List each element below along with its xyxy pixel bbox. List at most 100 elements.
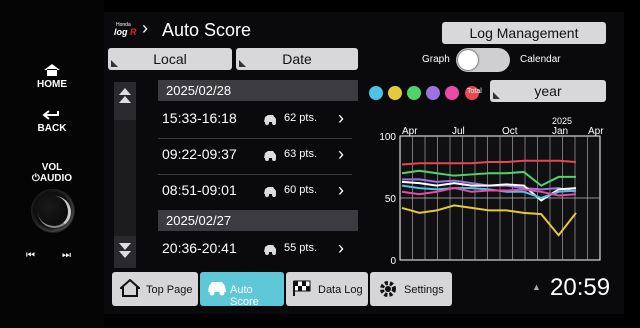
scroll-top-icon <box>119 88 131 103</box>
x-tick-label: Apr <box>402 126 418 137</box>
log-management-label: Log Management <box>469 25 579 41</box>
back-label: BACK <box>37 123 67 134</box>
divider <box>158 138 352 139</box>
record-points: 63 pts. <box>284 148 318 160</box>
x-tick-label-year: 2025 <box>552 116 572 126</box>
settings-label: Settings <box>404 284 444 296</box>
category-yellow-icon <box>388 86 402 100</box>
skip-forward-icon: ⏭ <box>62 250 71 261</box>
y-tick-label: 50 <box>385 194 397 205</box>
car-score-icon <box>262 112 278 129</box>
record-points: 55 pts. <box>284 242 318 254</box>
divider <box>158 174 352 175</box>
y-tick-label: 100 <box>379 132 396 143</box>
corner-indicator-icon <box>493 92 500 99</box>
auto-score-button[interactable]: Auto Score <box>200 272 284 308</box>
logr-logo: Honda log R <box>112 18 142 42</box>
toggle-knob <box>458 50 478 70</box>
local-filter-label: Local <box>153 51 187 67</box>
signal-icon: ▲ <box>532 282 541 292</box>
power-icon: ⏻ <box>31 173 40 184</box>
skip-back-icon: ⏮ <box>26 250 35 261</box>
car-score-icon <box>262 184 278 201</box>
x-tick-label: Jul <box>452 126 465 137</box>
next-track-button[interactable]: ⏭ <box>62 250 71 261</box>
x-tick-label: Oct <box>502 126 518 137</box>
record-points: 60 pts. <box>284 184 318 196</box>
svg-text:log: log <box>114 27 128 37</box>
volume-knob[interactable] <box>32 190 74 232</box>
record-time: 08:51-09:01 <box>162 182 237 198</box>
home-label: HOME <box>37 79 67 90</box>
period-select[interactable]: year <box>490 80 606 102</box>
gear-icon <box>380 281 396 297</box>
home-icon <box>120 279 140 297</box>
checkered-flag-icon <box>293 280 311 296</box>
car-score-icon <box>262 148 278 165</box>
home-button[interactable]: HOME <box>30 64 74 90</box>
prev-track-button[interactable]: ⏮ <box>26 250 35 261</box>
chevron-right-icon: › <box>338 108 344 128</box>
date-filter-button[interactable]: Date <box>236 48 358 70</box>
settings-button[interactable]: Settings <box>370 272 452 306</box>
period-select-label: year <box>534 83 562 99</box>
car-icon <box>208 282 226 296</box>
vol-label-group: VOL ⏻AUDIO <box>30 162 74 184</box>
infotainment-screen: Honda log R › Auto Score Log Management … <box>104 12 624 314</box>
list-item[interactable]: 08:51-09:01 60 pts. › <box>158 180 358 204</box>
back-arrow-icon <box>42 110 59 120</box>
home-icon <box>44 64 60 76</box>
data-log-label: Data Log <box>318 284 363 296</box>
graph-calendar-toggle[interactable] <box>456 48 510 72</box>
clock: 20:59 <box>550 274 611 301</box>
graph-label: Graph <box>422 54 450 65</box>
page-title: Auto Score <box>162 20 252 40</box>
y-tick-label: 0 <box>390 256 396 266</box>
logr-logo-image: Honda log R <box>114 22 137 37</box>
record-time: 15:33-16:18 <box>162 110 237 126</box>
calendar-label: Calendar <box>520 54 561 65</box>
corner-indicator-icon <box>239 60 246 67</box>
scrollbar-track[interactable] <box>114 82 136 268</box>
hardware-bezel: HOME BACK VOL ⏻AUDIO ⏮ ⏭ <box>0 0 104 328</box>
list-item[interactable]: 15:33-16:18 62 pts. › <box>158 108 358 132</box>
record-time: 09:22-09:37 <box>162 146 237 162</box>
list-item[interactable]: 20:36-20:41 55 pts. › <box>158 238 358 262</box>
category-purple-icon <box>426 86 440 100</box>
x-tick-label: Apr <box>588 126 604 137</box>
back-button[interactable]: BACK <box>30 110 74 134</box>
scroll-down-button[interactable] <box>114 236 136 268</box>
chevron-right-icon: › <box>142 18 148 38</box>
vol-label: VOL <box>41 162 63 173</box>
scroll-bottom-icon <box>119 243 131 258</box>
local-filter-button[interactable]: Local <box>108 48 232 70</box>
list-item[interactable]: 09:22-09:37 63 pts. › <box>158 144 358 168</box>
top-page-button[interactable]: Top Page <box>112 272 198 306</box>
audio-label-row: ⏻AUDIO <box>30 173 74 184</box>
corner-indicator-icon <box>111 60 118 67</box>
category-blue-icon <box>369 86 383 100</box>
score-line-chart: 0 50 100 Apr Jul Oct 2025Jan Apr <box>379 116 604 266</box>
car-score-icon <box>262 242 278 259</box>
log-management-button[interactable]: Log Management <box>442 22 606 44</box>
x-tick-label: Jan <box>552 126 568 137</box>
top-page-label: Top Page <box>146 284 193 296</box>
scrollbar-gap <box>118 126 132 234</box>
auto-score-label: Auto Score <box>230 284 259 308</box>
chevron-right-icon: › <box>338 180 344 200</box>
audio-label: AUDIO <box>39 173 73 184</box>
date-header: 2025/02/28 <box>158 80 358 101</box>
category-pink-icon <box>445 86 459 100</box>
data-log-button[interactable]: Data Log <box>286 272 368 306</box>
record-time: 20:36-20:41 <box>162 240 237 256</box>
record-points: 62 pts. <box>284 112 318 124</box>
chevron-right-icon: › <box>338 238 344 258</box>
date-filter-label: Date <box>282 51 312 67</box>
chevron-right-icon: › <box>338 144 344 164</box>
category-green-icon <box>407 86 421 100</box>
total-label: Total <box>467 88 482 95</box>
date-header: 2025/02/27 <box>158 210 358 231</box>
svg-text:R: R <box>130 27 137 37</box>
scroll-up-button[interactable] <box>114 82 136 120</box>
volume-knob-ring <box>38 196 71 228</box>
